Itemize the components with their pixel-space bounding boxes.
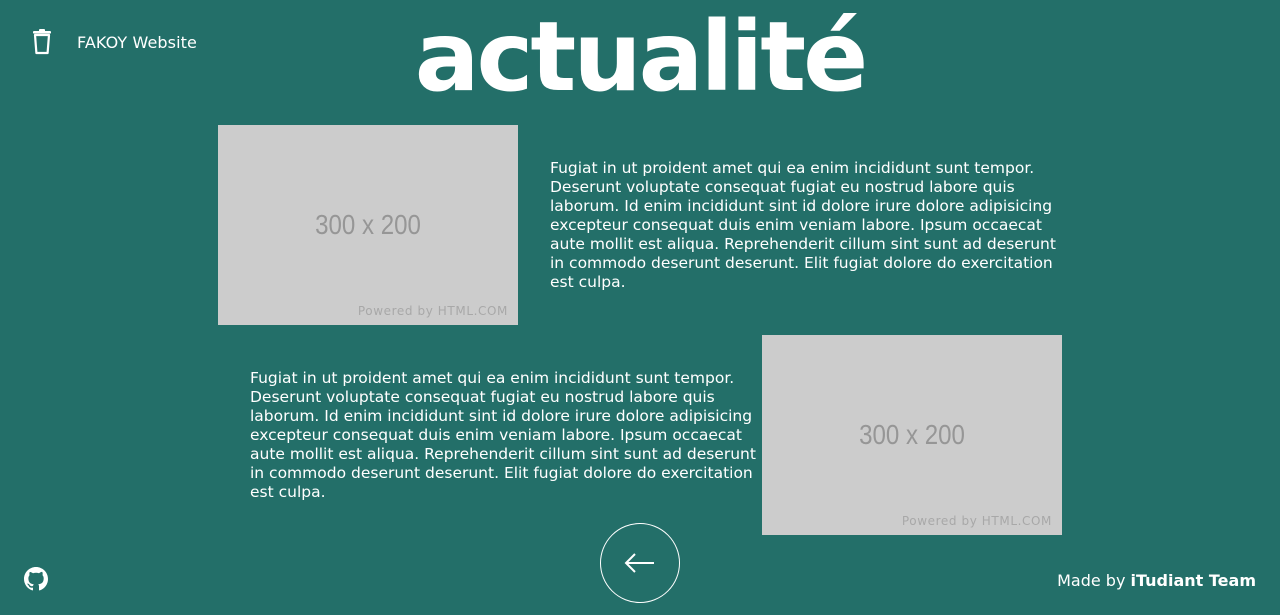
- back-button[interactable]: [600, 523, 680, 603]
- page-title: actualité: [414, 1, 869, 113]
- github-icon: [24, 567, 48, 591]
- github-link[interactable]: [24, 567, 48, 591]
- article-image: 300 x 200 Powered by HTML.COM: [218, 125, 518, 325]
- footer-credits: Made by iTudiant Team: [1057, 571, 1256, 590]
- article-text: Fugiat in ut proident amet qui ea enim i…: [550, 159, 1056, 291]
- article-image: 300 x 200 Powered by HTML.COM: [762, 335, 1062, 535]
- image-size-label: 300 x 200: [859, 419, 965, 450]
- image-size-label: 300 x 200: [315, 209, 421, 240]
- team-link[interactable]: iTudiant Team: [1131, 571, 1256, 590]
- page: FAKOY Website actualité 300 x 200 Powere…: [0, 0, 1280, 615]
- article-text: Fugiat in ut proident amet qui ea enim i…: [250, 369, 756, 501]
- image-credit: Powered by HTML.COM: [357, 304, 508, 318]
- made-by-label: Made by: [1057, 571, 1126, 590]
- arrow-left-icon: [624, 553, 654, 573]
- image-credit: Powered by HTML.COM: [901, 514, 1052, 528]
